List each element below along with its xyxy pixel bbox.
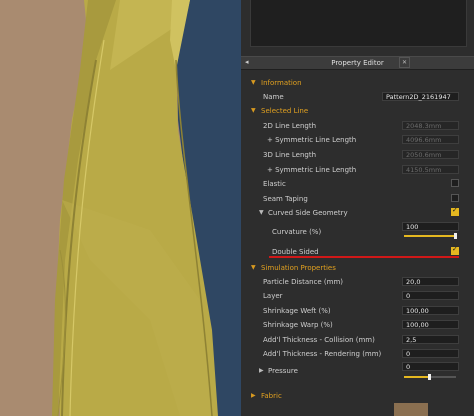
curvature-field[interactable]: 100 (402, 222, 459, 231)
line-2d-label: 2D Line Length (263, 122, 317, 130)
sym-3d-row: + Symmetric Line Length 4150.5mm (241, 163, 474, 177)
curved-side-label: Curved Side Geometry (268, 209, 348, 217)
section-fabric[interactable]: ▶ Fabric (241, 389, 474, 403)
chevron-down-icon: ▼ (251, 79, 256, 86)
seam-taping-checkbox[interactable] (451, 194, 459, 202)
3d-viewport[interactable] (0, 0, 241, 416)
chevron-right-icon: ▶ (251, 392, 256, 399)
chevron-down-icon: ▼ (251, 107, 256, 114)
particle-distance-field[interactable]: 20,0 (402, 277, 459, 286)
shrinkage-warp-field[interactable]: 100,00 (402, 320, 459, 329)
fabric-swatch[interactable] (394, 403, 428, 416)
particle-distance-row: Particle Distance (mm) 20,0 (241, 275, 474, 289)
thickness-rendering-label: Add'l Thickness - Rendering (mm) (263, 350, 382, 358)
shrinkage-warp-row: Shrinkage Warp (%) 100,00 (241, 318, 474, 332)
highlight-underline (269, 256, 459, 258)
double-sided-label: Double Sided (272, 248, 319, 256)
upper-panel-area (250, 0, 467, 47)
panel-title: Property Editor (331, 59, 384, 67)
section-label: Selected Line (261, 107, 309, 115)
name-row: Name Pattern2D_2161947 (241, 90, 474, 104)
curved-side-checkbox[interactable] (451, 206, 459, 216)
seam-taping-row: Seam Taping (241, 192, 474, 206)
pressure-slider-handle[interactable] (428, 374, 431, 380)
curvature-row: Curvature (%) 100 (241, 222, 474, 240)
section-label: Simulation Properties (261, 264, 336, 272)
layer-label: Layer (263, 292, 283, 300)
curvature-label: Curvature (%) (272, 228, 322, 236)
chevron-right-icon[interactable]: ▶ (259, 367, 264, 374)
shrinkage-weft-row: Shrinkage Weft (%) 100,00 (241, 304, 474, 318)
thickness-collision-row: Add'l Thickness - Collision (mm) 2,5 (241, 333, 474, 347)
line-3d-label: 3D Line Length (263, 151, 317, 159)
name-label: Name (263, 93, 284, 101)
curved-side-row: ▼ Curved Side Geometry (241, 206, 474, 220)
line-2d-field: 2048.3mm (402, 121, 459, 130)
curvature-slider-handle[interactable] (454, 233, 457, 239)
shrinkage-weft-field[interactable]: 100,00 (402, 306, 459, 315)
layer-row: Layer 0 (241, 289, 474, 303)
section-information[interactable]: ▼ Information (241, 76, 474, 90)
double-sided-checkbox[interactable] (451, 245, 459, 255)
elastic-row: Elastic (241, 177, 474, 191)
chevron-down-icon[interactable]: ▼ (259, 209, 264, 216)
shrinkage-weft-label: Shrinkage Weft (%) (263, 307, 331, 315)
pressure-field[interactable]: 0 (402, 362, 459, 371)
thickness-collision-field[interactable]: 2,5 (402, 335, 459, 344)
close-icon[interactable]: ✕ (399, 57, 410, 68)
thickness-rendering-field[interactable]: 0 (402, 349, 459, 358)
sym-2d-row: + Symmetric Line Length 4096.6mm (241, 133, 474, 147)
elastic-label: Elastic (263, 180, 286, 188)
thickness-rendering-row: Add'l Thickness - Rendering (mm) 0 (241, 347, 474, 361)
thickness-collision-label: Add'l Thickness - Collision (mm) (263, 336, 375, 344)
section-label: Fabric (261, 392, 282, 400)
sym-2d-label: + Symmetric Line Length (267, 136, 357, 144)
section-selected-line[interactable]: ▼ Selected Line (241, 104, 474, 118)
pressure-label: Pressure (268, 367, 298, 375)
elastic-checkbox[interactable] (451, 179, 459, 187)
sym-3d-label: + Symmetric Line Length (267, 166, 357, 174)
line-3d-row: 3D Line Length 2050.6mm (241, 148, 474, 162)
garment-render (0, 0, 241, 416)
curvature-slider[interactable] (404, 235, 456, 237)
pressure-slider-fill (404, 376, 430, 378)
section-label: Information (261, 79, 302, 87)
name-field[interactable]: Pattern2D_2161947 (382, 92, 459, 101)
line-3d-field: 2050.6mm (402, 150, 459, 159)
sym-3d-field: 4150.5mm (402, 165, 459, 174)
pressure-row: ▶ Pressure 0 (241, 362, 474, 382)
seam-taping-label: Seam Taping (263, 195, 308, 203)
sym-2d-field: 4096.6mm (402, 135, 459, 144)
shrinkage-warp-label: Shrinkage Warp (%) (263, 321, 333, 329)
layer-field[interactable]: 0 (402, 291, 459, 300)
panel-header: ◂ Property Editor ✕ (241, 56, 474, 70)
chevron-down-icon: ▼ (251, 264, 256, 271)
section-simulation-properties[interactable]: ▼ Simulation Properties (241, 261, 474, 275)
line-2d-row: 2D Line Length 2048.3mm (241, 119, 474, 133)
property-editor-panel: ◂ Property Editor ✕ ▼ Information Name P… (241, 0, 474, 416)
particle-distance-label: Particle Distance (mm) (263, 278, 344, 286)
